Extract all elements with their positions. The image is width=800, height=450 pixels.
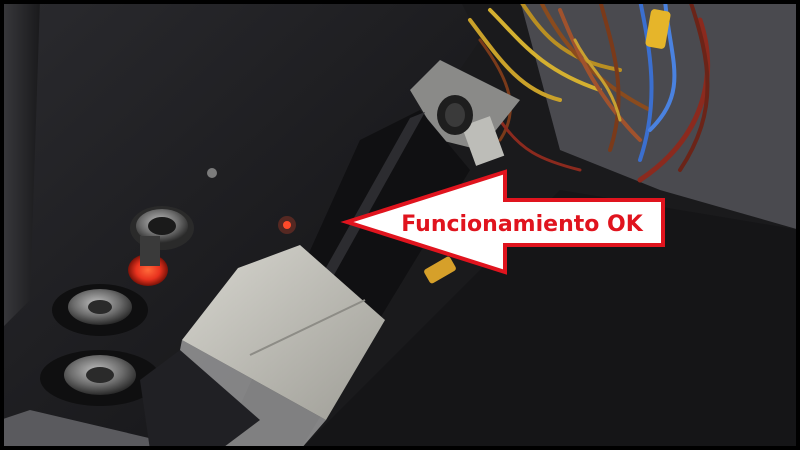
screw <box>437 95 473 135</box>
rivet <box>207 168 217 178</box>
photo-frame: Funcionamiento OK <box>0 0 800 450</box>
annotation-label: Funcionamiento OK <box>401 212 644 237</box>
mounting-nut-upper <box>52 284 148 336</box>
mounting-nut-lower <box>40 350 160 406</box>
